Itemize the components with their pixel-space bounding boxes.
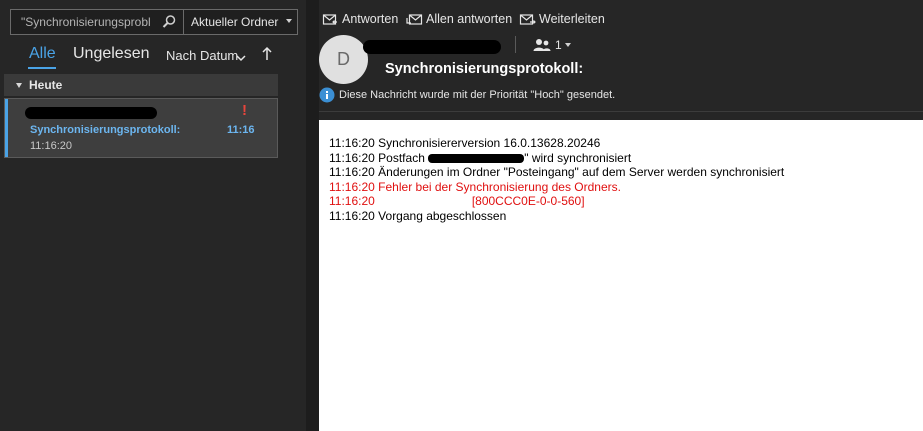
chevron-down-icon	[286, 19, 292, 23]
log-line-error: 11:16:20 [800CCC0E-0-0-560]	[329, 194, 585, 208]
people-icon	[533, 39, 551, 51]
tab-unread[interactable]: Ungelesen	[73, 45, 150, 63]
reply-label: Antworten	[342, 12, 399, 26]
recipients-count: 1	[555, 38, 562, 52]
chevron-down-icon	[564, 43, 571, 47]
message-subject: Synchronisierungsprotokoll:	[30, 124, 181, 136]
info-icon	[319, 87, 335, 103]
info-text: Diese Nachricht wurde mit der Priorität …	[339, 89, 616, 101]
sort-direction-arrow-icon[interactable]	[261, 46, 273, 62]
search-scope-dropdown[interactable]: Aktueller Ordner	[183, 10, 297, 34]
divider	[319, 111, 923, 112]
log-line: 11:16:20 Änderungen im Ordner "Posteinga…	[329, 165, 785, 179]
forward-label: Weiterleiten	[539, 12, 605, 26]
active-tab-indicator	[28, 67, 56, 69]
group-label: Heute	[29, 78, 63, 92]
chevron-down-icon[interactable]	[236, 51, 246, 62]
filter-bar: Alle Ungelesen Nach Datum	[0, 43, 306, 69]
reading-pane: Antworten Allen antworten Weiterleiten D	[319, 0, 923, 431]
reply-all-button[interactable]: Allen antworten	[406, 12, 512, 26]
tab-all[interactable]: Alle	[29, 45, 56, 63]
group-header-today[interactable]: Heute	[4, 74, 278, 96]
pane-divider[interactable]	[306, 0, 319, 431]
log-line: 11:16:20 Synchronisiererversion 16.0.136…	[329, 136, 601, 150]
reply-all-label: Allen antworten	[426, 12, 513, 26]
info-bar: Diese Nachricht wurde mit der Priorität …	[319, 86, 923, 104]
avatar[interactable]: D	[319, 35, 368, 84]
mailbox-redacted	[428, 153, 525, 163]
sort-by-dropdown[interactable]: Nach Datum	[166, 48, 238, 63]
search-input[interactable]	[11, 10, 183, 34]
reply-button[interactable]: Antworten	[322, 12, 398, 26]
search-scope-label: Aktueller Ordner	[191, 15, 279, 29]
sender-redacted	[363, 40, 501, 54]
log-line-error: 11:16:20 Fehler bei der Synchronisierung…	[329, 179, 621, 194]
message-list-pane: Aktueller Ordner Alle Ungelesen Nach Dat…	[0, 0, 306, 431]
high-priority-icon: !	[242, 102, 247, 119]
forward-icon	[519, 14, 536, 25]
message-title: Synchronisierungsprotokoll:	[385, 61, 584, 77]
search-box: Aktueller Ordner	[10, 9, 298, 35]
sync-log: 11:16:20 Synchronisiererversion 16.0.136…	[329, 136, 784, 223]
list-item[interactable]: ! Synchronisierungsprotokoll: 11:16 11:1…	[4, 98, 278, 158]
sender-redacted	[25, 107, 157, 119]
divider	[515, 36, 516, 53]
message-time: 11:16	[227, 124, 255, 136]
search-icon[interactable]	[161, 14, 177, 30]
log-line: 11:16:20 Vorgang abgeschlossen	[329, 208, 507, 223]
message-preview: 11:16:20	[30, 140, 73, 152]
recipients-dropdown[interactable]: 1	[533, 38, 571, 52]
message-body: 11:16:20 Synchronisiererversion 16.0.136…	[319, 120, 923, 431]
message-toolbar: Antworten Allen antworten Weiterleiten	[319, 12, 923, 30]
reply-icon	[322, 14, 337, 25]
selection-indicator	[5, 99, 8, 157]
log-line: 11:16:20 Postfach " wird synchronisiert	[329, 150, 632, 165]
reply-all-icon	[406, 14, 423, 25]
forward-button[interactable]: Weiterleiten	[519, 12, 605, 26]
collapse-triangle-icon[interactable]	[16, 82, 22, 88]
